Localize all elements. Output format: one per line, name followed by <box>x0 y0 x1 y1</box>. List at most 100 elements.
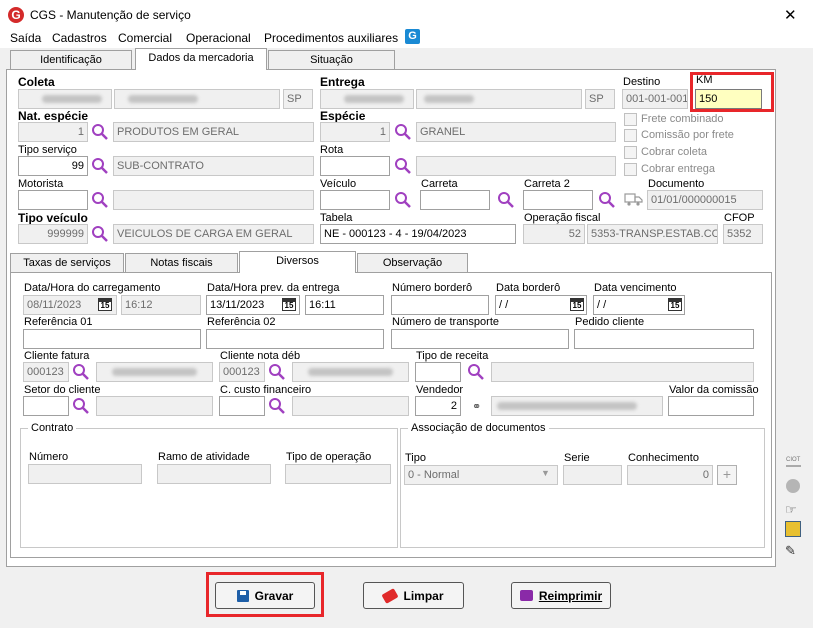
c-custo-search-icon[interactable] <box>268 397 286 415</box>
pedido-cliente-input[interactable] <box>574 329 754 349</box>
referencia1-input[interactable] <box>23 329 201 349</box>
menu-operacional[interactable]: Operacional <box>186 31 251 45</box>
assoc-tipo-select[interactable]: 0 - Normal <box>404 465 558 485</box>
status-circle-icon[interactable] <box>786 479 800 493</box>
operacao-fiscal-code-field[interactable]: 52 <box>523 224 585 244</box>
add-conhecimento-icon[interactable]: + <box>717 465 737 485</box>
tabela-field[interactable]: NE - 000123 - 4 - 19/04/2023 <box>320 224 516 244</box>
veiculo-search-icon[interactable] <box>394 191 412 209</box>
carreta2-input[interactable] <box>523 190 593 210</box>
km-input[interactable]: 150 <box>695 89 762 109</box>
numero-transporte-input[interactable] <box>391 329 569 349</box>
cliente-nota-deb-search-icon[interactable] <box>268 363 286 381</box>
destino-field[interactable]: 001-001-001 <box>622 89 688 109</box>
referencia2-label: Referência 02 <box>207 316 276 328</box>
numero-transporte-label: Número de transporte <box>392 316 499 328</box>
tab-situacao[interactable]: Situação <box>268 50 395 70</box>
motorista-name-field <box>113 190 314 210</box>
data-bordero-calendar-icon[interactable]: 15 <box>570 298 584 311</box>
chevron-down-icon[interactable]: ▼ <box>541 468 550 478</box>
data-vencimento-calendar-icon[interactable]: 15 <box>668 298 682 311</box>
assoc-conhecimento-label: Conhecimento <box>628 452 699 464</box>
rota-search-icon[interactable] <box>394 157 412 175</box>
comissao-frete-checkbox[interactable] <box>624 129 637 142</box>
tipo-servico-code-input[interactable]: 99 <box>18 156 88 176</box>
close-icon[interactable]: ✕ <box>784 6 797 24</box>
nat-especie-code-field[interactable]: 1 <box>18 122 88 142</box>
coleta-label: Coleta <box>18 75 55 89</box>
tab-diversos[interactable]: Diversos <box>239 251 356 273</box>
cliente-nota-deb-code-field[interactable]: 000123 <box>219 362 265 382</box>
contrato-numero-label: Número <box>29 451 69 463</box>
nat-especie-search-icon[interactable] <box>91 123 109 141</box>
cliente-fatura-code-field[interactable]: 000123 <box>23 362 69 382</box>
veiculo-input[interactable] <box>320 190 390 210</box>
tab-taxas-servicos[interactable]: Taxas de serviços <box>10 253 124 273</box>
eraser-icon <box>381 587 400 604</box>
tab-notas-fiscais[interactable]: Notas fiscais <box>125 253 238 273</box>
help-icon[interactable]: G <box>405 29 420 44</box>
tipo-receita-input[interactable] <box>415 362 461 382</box>
tipo-receita-name-field <box>491 362 754 382</box>
menu-comercial[interactable]: Comercial <box>118 31 172 45</box>
contrato-title: Contrato <box>28 422 77 434</box>
ciot-label: CIOT <box>786 457 801 463</box>
setor-cliente-label: Setor do cliente <box>24 384 101 396</box>
dt-prev-entrega-time-input[interactable]: 16:11 <box>305 295 384 315</box>
cobrar-coleta-checkbox[interactable] <box>624 146 637 159</box>
dt-carregamento-time-field[interactable]: 16:12 <box>121 295 201 315</box>
tipo-receita-search-icon[interactable] <box>467 363 485 381</box>
tipo-veiculo-label: Tipo veículo <box>18 211 88 225</box>
ciot-line-icon <box>786 465 801 467</box>
dt-prev-entrega-calendar-icon[interactable]: 15 <box>282 298 296 311</box>
reimprimir-button[interactable]: Reimprimir <box>511 582 611 609</box>
tipo-veiculo-search-icon[interactable] <box>91 225 109 243</box>
motorista-search-icon[interactable] <box>91 191 109 209</box>
carreta-input[interactable] <box>420 190 490 210</box>
valor-comissao-input[interactable] <box>668 396 754 416</box>
referencia2-input[interactable] <box>206 329 384 349</box>
carreta-search-icon[interactable] <box>497 191 515 209</box>
c-custo-input[interactable] <box>219 396 265 416</box>
people-icon[interactable] <box>785 521 801 537</box>
frete-combinado-label: Frete combinado <box>641 113 724 125</box>
tab-observacao[interactable]: Observação <box>357 253 468 273</box>
gravar-button[interactable]: Gravar <box>215 582 315 609</box>
entrega-code-field[interactable] <box>320 89 414 109</box>
entrega-name-field[interactable] <box>416 89 582 109</box>
truck-icon[interactable] <box>624 192 643 206</box>
coleta-code-field[interactable] <box>18 89 112 109</box>
cliente-fatura-label: Cliente fatura <box>24 350 90 362</box>
valor-comissao-label: Valor da comissão <box>669 384 759 396</box>
vendedor-code-input[interactable]: 2 <box>415 396 461 416</box>
motorista-code-input[interactable] <box>18 190 88 210</box>
binoculars-icon[interactable]: ⚭ <box>472 400 481 413</box>
cliente-fatura-search-icon[interactable] <box>72 363 90 381</box>
setor-cliente-search-icon[interactable] <box>72 397 90 415</box>
tab-identificacao[interactable]: Identificação <box>10 50 132 70</box>
tipo-servico-search-icon[interactable] <box>91 157 109 175</box>
carreta2-search-icon[interactable] <box>598 191 616 209</box>
dt-carregamento-calendar-icon[interactable]: 15 <box>98 298 112 311</box>
tab-dados-mercadoria[interactable]: Dados da mercadoria <box>135 48 267 70</box>
menu-cadastros[interactable]: Cadastros <box>52 31 107 45</box>
associacao-group <box>400 428 765 548</box>
tipo-veiculo-code-field[interactable]: 999999 <box>18 224 88 244</box>
cfop-label: CFOP <box>724 212 755 224</box>
limpar-button[interactable]: Limpar <box>363 582 464 609</box>
rota-code-input[interactable] <box>320 156 390 176</box>
data-bordero-label: Data borderô <box>496 282 561 294</box>
especie-search-icon[interactable] <box>394 123 412 141</box>
cobrar-entrega-checkbox[interactable] <box>624 163 637 176</box>
frete-combinado-checkbox[interactable] <box>624 113 637 126</box>
numero-bordero-input[interactable] <box>391 295 489 315</box>
tools-icon[interactable]: ✎ <box>785 543 796 559</box>
menu-procedimentos[interactable]: Procedimentos auxiliares <box>264 31 398 45</box>
cliente-nota-deb-name-field <box>292 362 409 382</box>
hand-pointer-icon[interactable]: ☞ <box>785 502 797 518</box>
coleta-name-field[interactable] <box>114 89 280 109</box>
menu-saida[interactable]: Saída <box>10 31 41 45</box>
c-custo-label: C. custo financeiro <box>220 384 312 396</box>
setor-cliente-input[interactable] <box>23 396 69 416</box>
especie-code-field[interactable]: 1 <box>320 122 390 142</box>
